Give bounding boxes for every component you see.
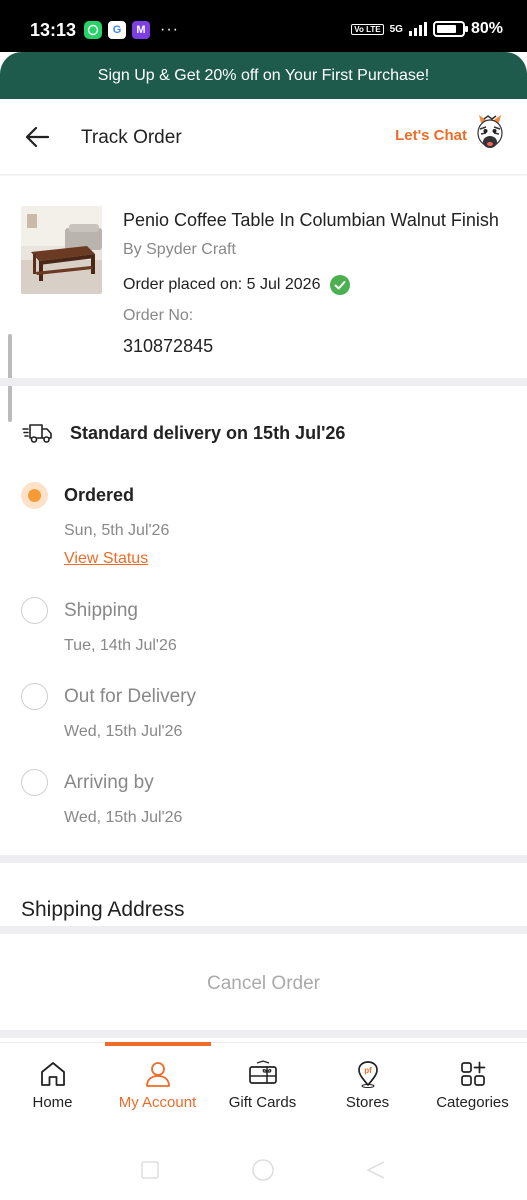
- home-nav-icon[interactable]: [251, 1158, 275, 1182]
- delivery-title: Standard delivery on 15th Jul'26: [70, 422, 346, 443]
- order-number: 310872845: [123, 336, 214, 356]
- step-indicator-active: [21, 482, 48, 509]
- section-divider: [0, 378, 527, 386]
- volte-icon: Vo LTE: [351, 23, 384, 35]
- signal-icon: [408, 22, 427, 36]
- store-pin-icon: pf: [357, 1061, 378, 1088]
- step-indicator: [21, 683, 48, 710]
- app-header: Track Order Let's Chat: [0, 99, 527, 175]
- section-divider: [0, 855, 527, 863]
- order-placed-text: Order placed on: 5 Jul 2026: [123, 276, 321, 293]
- whatsapp-icon: [84, 21, 102, 39]
- status-app-icons: G M ···: [84, 21, 179, 39]
- step-name: Out for Delivery: [64, 686, 196, 707]
- delivery-truck-icon: [22, 424, 52, 443]
- nav-label: Gift Cards: [228, 1094, 297, 1111]
- section-divider: [0, 1030, 527, 1038]
- nav-stores[interactable]: pf Stores: [315, 1043, 420, 1135]
- google-icon: G: [108, 21, 126, 39]
- step-date: Wed, 15th Jul'26: [64, 809, 183, 826]
- network-type: 5G: [389, 23, 403, 35]
- battery-icon: [432, 21, 468, 37]
- step-indicator: [21, 597, 48, 624]
- section-divider: [0, 926, 527, 934]
- system-navigation-bar: [0, 1140, 527, 1200]
- promo-text: Sign Up & Get 20% off on Your First Purc…: [97, 66, 430, 84]
- nav-home[interactable]: Home: [0, 1043, 105, 1135]
- bottom-navigation: Home My Account Gift Cards pf Stores Cat…: [0, 1042, 527, 1134]
- chat-label: Let's Chat: [395, 126, 467, 144]
- lets-chat-button[interactable]: Let's Chat: [395, 113, 507, 157]
- product-thumbnail[interactable]: [21, 206, 102, 294]
- step-indicator: [21, 769, 48, 796]
- delivery-header: Standard delivery on 15th Jul'26: [22, 421, 345, 445]
- nav-label: My Account: [118, 1094, 197, 1111]
- step-name: Arriving by: [64, 772, 154, 793]
- m-app-icon: M: [132, 21, 150, 39]
- home-icon: [40, 1062, 65, 1086]
- gift-card-icon: [248, 1060, 277, 1084]
- view-status-link[interactable]: View Status: [64, 550, 148, 568]
- promo-banner[interactable]: Sign Up & Get 20% off on Your First Purc…: [0, 52, 527, 99]
- categories-icon: [460, 1061, 485, 1086]
- nav-my-account[interactable]: My Account: [105, 1043, 210, 1135]
- shipping-address-title: Shipping Address: [21, 898, 185, 921]
- step-date: Wed, 15th Jul'26: [64, 723, 183, 740]
- check-circle-icon: [330, 275, 351, 295]
- account-icon: [145, 1062, 170, 1087]
- step-date: Sun, 5th Jul'26: [64, 522, 170, 539]
- nav-label: Categories: [436, 1094, 509, 1111]
- cancel-order-button[interactable]: Cancel Order: [0, 966, 527, 1002]
- product-title[interactable]: Penio Coffee Table In Columbian Walnut F…: [123, 210, 508, 231]
- page-title: Track Order: [81, 127, 182, 148]
- step-date: Tue, 14th Jul'26: [64, 637, 177, 654]
- product-card[interactable]: Penio Coffee Table In Columbian Walnut F…: [0, 176, 527, 378]
- back-button[interactable]: [22, 121, 54, 153]
- step-name: Shipping: [64, 600, 138, 621]
- order-placed-row: Order placed on: 5 Jul 2026: [123, 274, 351, 296]
- status-bar: 13:13 G M ··· Vo LTE 5G 80%: [0, 0, 527, 52]
- svg-text:pf: pf: [364, 1066, 372, 1075]
- status-right: Vo LTE 5G 80%: [351, 20, 503, 38]
- step-name: Ordered: [64, 485, 135, 505]
- nav-label: Home: [32, 1094, 73, 1111]
- back-nav-icon[interactable]: [366, 1160, 386, 1180]
- battery-percent: 80%: [470, 20, 503, 37]
- status-time: 13:13: [30, 20, 77, 40]
- status-overflow: ···: [160, 21, 179, 38]
- product-brand: By Spyder Craft: [123, 241, 236, 258]
- order-number-label: Order No:: [123, 307, 194, 324]
- back-arrow-icon: [25, 126, 50, 148]
- zebra-mascot-icon: [477, 115, 503, 148]
- recent-apps-icon[interactable]: [140, 1160, 160, 1180]
- nav-label: Stores: [345, 1094, 390, 1111]
- nav-categories[interactable]: Categories: [420, 1043, 525, 1135]
- nav-gift-cards[interactable]: Gift Cards: [210, 1043, 315, 1135]
